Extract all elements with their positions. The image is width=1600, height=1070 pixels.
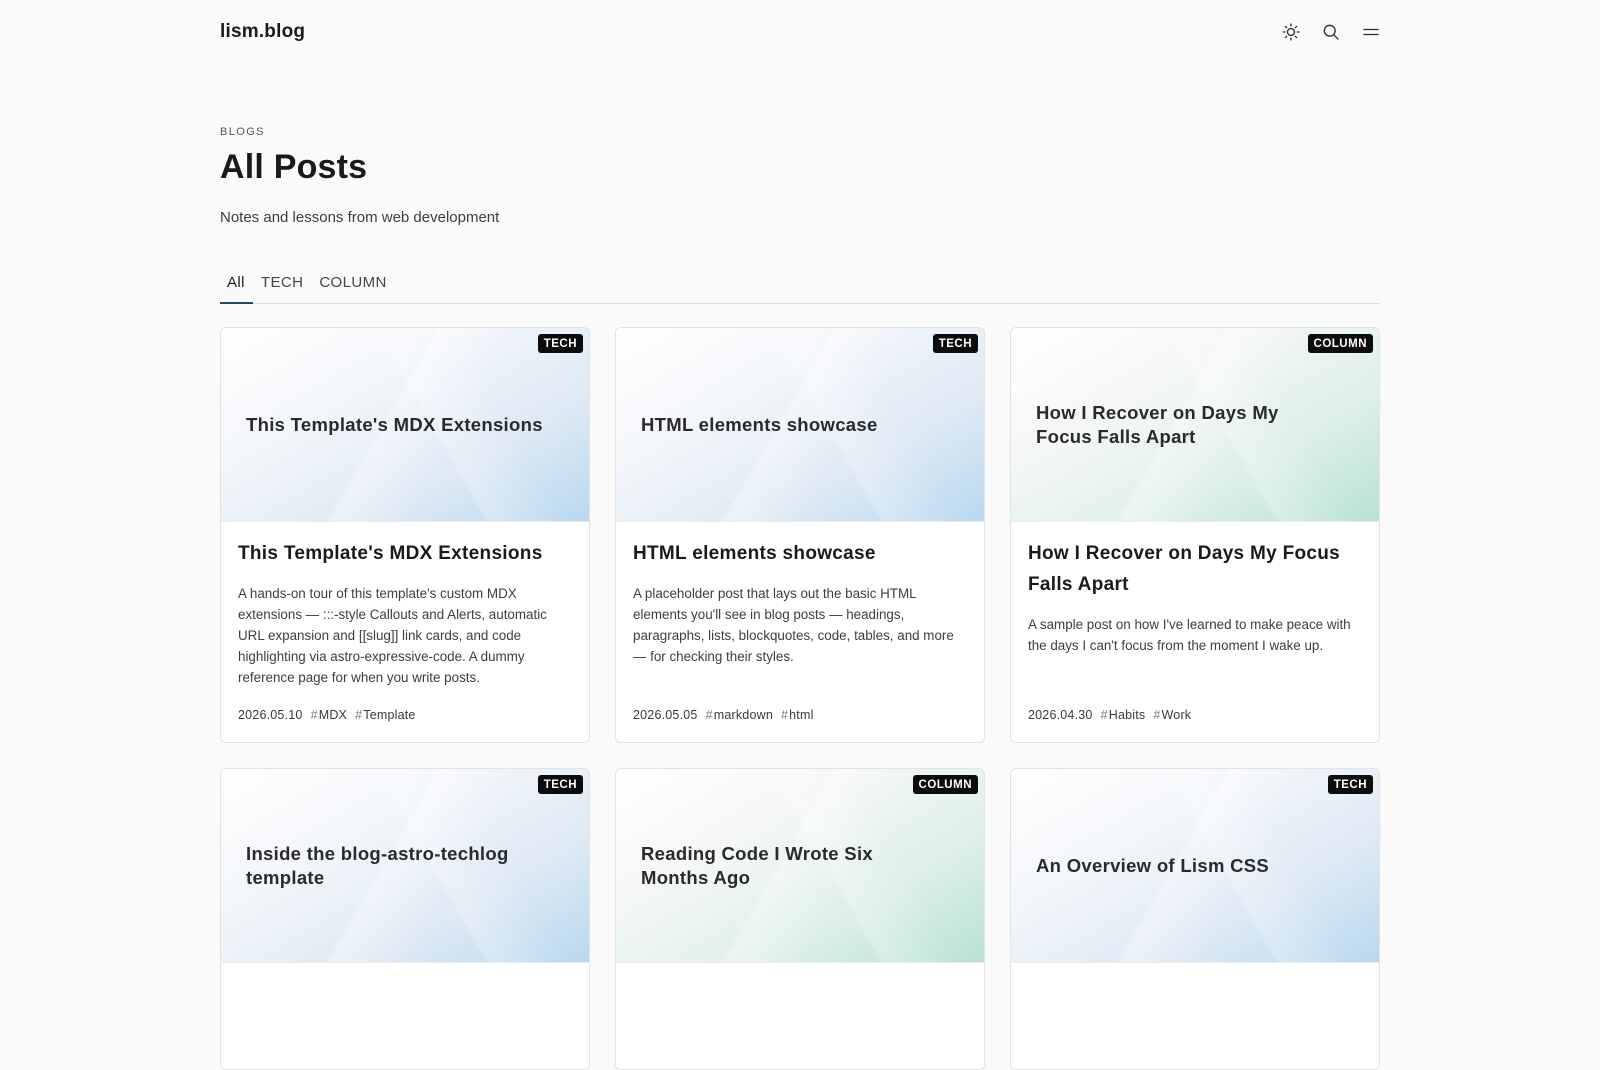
search-button[interactable] (1320, 21, 1342, 43)
post-date: 2026.04.30 (1028, 708, 1093, 722)
post-card[interactable]: TECH Inside the blog-astro-techlog templ… (220, 768, 590, 1070)
category-badge: TECH (932, 334, 978, 353)
post-tag[interactable]: #markdown (706, 708, 773, 722)
thumbnail-title: Inside the blog-astro-techlog template (246, 842, 509, 888)
category-badge: COLUMN (1307, 334, 1373, 353)
category-badge: TECH (537, 775, 583, 794)
sun-icon (1282, 23, 1300, 41)
page-description: Notes and lessons from web development (220, 209, 500, 226)
thumbnail-title: An Overview of Lism CSS (1036, 854, 1270, 876)
thumbnail-title: This Template's MDX Extensions (246, 413, 543, 435)
thumbnail-title: Reading Code I Wrote Six Months Ago (641, 842, 873, 888)
category-badge: TECH (537, 334, 583, 353)
site-logo[interactable]: lism.blog (220, 21, 305, 43)
post-title[interactable]: HTML elements showcase (633, 538, 967, 569)
post-card[interactable]: TECH An Overview of Lism CSS (1010, 768, 1380, 1070)
post-tag[interactable]: #html (781, 708, 814, 722)
page-title: All Posts (220, 148, 368, 186)
category-badge: TECH (1327, 775, 1373, 794)
tab-all[interactable]: All (220, 270, 253, 304)
post-card[interactable]: TECH This Template's MDX Extensions This… (220, 327, 590, 743)
post-card[interactable]: TECH HTML elements showcase HTML element… (615, 327, 985, 743)
post-card[interactable]: COLUMN Reading Code I Wrote Six Months A… (615, 768, 985, 1070)
post-card[interactable]: COLUMN How I Recover on Days My Focus Fa… (1010, 327, 1380, 743)
post-meta: 2026.05.10 #MDX #Template (238, 708, 416, 722)
post-excerpt: A hands-on tour of this template's custo… (238, 586, 547, 685)
search-icon (1323, 24, 1339, 40)
menu-icon (1363, 28, 1379, 36)
thumbnail-title: HTML elements showcase (641, 413, 878, 435)
category-tabs: All TECH COLUMN (220, 270, 1380, 304)
menu-button[interactable] (1360, 21, 1382, 43)
post-excerpt: A placeholder post that lays out the bas… (633, 586, 954, 664)
post-meta: 2026.05.05 #markdown #html (633, 708, 814, 722)
post-tag[interactable]: #Template (355, 708, 415, 722)
site-header: lism.blog (220, 0, 1380, 64)
tab-column[interactable]: COLUMN (311, 270, 394, 302)
post-tag[interactable]: #Habits (1101, 708, 1146, 722)
post-thumbnail: TECH HTML elements showcase (616, 328, 984, 522)
post-title[interactable]: This Template's MDX Extensions (238, 538, 572, 569)
post-tag[interactable]: #Work (1153, 708, 1191, 722)
post-tag[interactable]: #MDX (311, 708, 348, 722)
post-meta: 2026.04.30 #Habits #Work (1028, 708, 1191, 722)
thumbnail-title: How I Recover on Days My Focus Falls Apa… (1036, 401, 1279, 447)
post-date: 2026.05.05 (633, 708, 698, 722)
post-thumbnail: TECH Inside the blog-astro-techlog templ… (221, 769, 589, 963)
post-excerpt: A sample post on how I've learned to mak… (1028, 617, 1351, 653)
post-thumbnail: COLUMN How I Recover on Days My Focus Fa… (1011, 328, 1379, 522)
post-thumbnail: TECH An Overview of Lism CSS (1011, 769, 1379, 963)
tab-tech[interactable]: TECH (253, 270, 311, 302)
page-eyebrow: BLOGS (220, 126, 265, 138)
post-date: 2026.05.10 (238, 708, 303, 722)
theme-toggle-button[interactable] (1280, 21, 1302, 43)
post-title[interactable]: How I Recover on Days My Focus Falls Apa… (1028, 538, 1362, 600)
category-badge: COLUMN (912, 775, 978, 794)
post-thumbnail: TECH This Template's MDX Extensions (221, 328, 589, 522)
post-thumbnail: COLUMN Reading Code I Wrote Six Months A… (616, 769, 984, 963)
header-actions (1280, 21, 1382, 43)
